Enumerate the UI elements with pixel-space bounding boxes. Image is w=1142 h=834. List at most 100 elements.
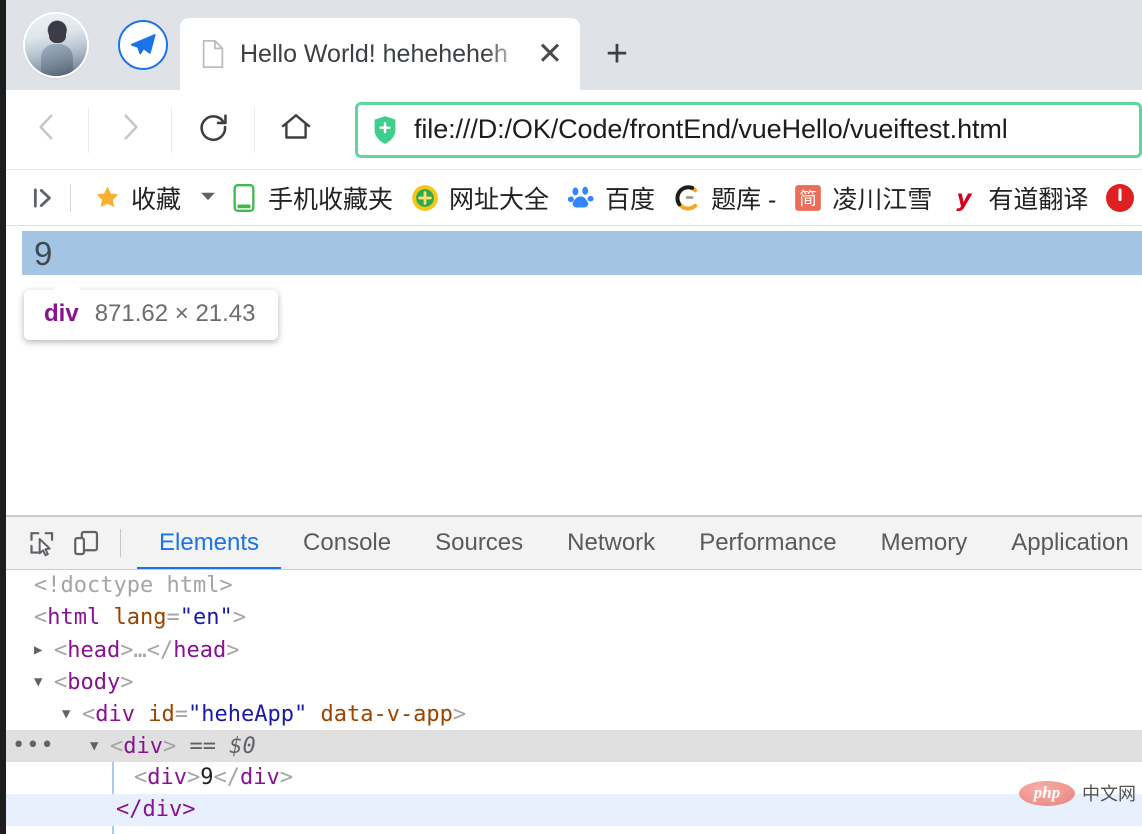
red-circle-icon xyxy=(1105,183,1135,213)
bookmark-label: 百度 xyxy=(605,180,655,216)
angle-open: < xyxy=(82,702,95,727)
window-left-gutter xyxy=(0,0,6,834)
bookmark-item-tiku[interactable]: 题库 - xyxy=(665,176,783,220)
chevron-left-icon xyxy=(30,110,64,149)
profile-avatar-button[interactable] xyxy=(6,0,106,90)
tab-elements[interactable]: Elements xyxy=(137,517,281,570)
bookmark-label: 网址大全 xyxy=(449,180,549,216)
dom-tree[interactable]: <!doctype html> <html lang="en"> ▶<head>… xyxy=(6,570,1142,834)
attr-name: lang xyxy=(113,605,166,630)
home-icon xyxy=(278,109,314,150)
triangle-down-icon[interactable]: ▼ xyxy=(34,666,54,698)
device-toolbar-icon[interactable] xyxy=(64,521,108,565)
bookmarks-separator xyxy=(70,184,71,212)
bookmark-item-jianshu[interactable]: 简 凌川江雪 xyxy=(786,176,939,220)
doctype-text: <!doctype html> xyxy=(34,573,233,598)
angle-close: > xyxy=(187,765,200,790)
bookmarks-bar: 收藏 手机收藏夹 xyxy=(6,170,1142,226)
inspector-highlight-overlay: 9 xyxy=(22,231,1142,275)
angle-open: < xyxy=(54,670,67,695)
triangle-down-icon[interactable]: ▼ xyxy=(62,698,82,730)
text-node: 9 xyxy=(200,765,213,790)
bookmark-panel-toggle-icon[interactable] xyxy=(24,178,64,218)
bookmark-label: 手机收藏夹 xyxy=(268,180,393,216)
inspect-element-icon[interactable] xyxy=(20,521,64,565)
tag-name: head xyxy=(173,638,226,663)
equals: = xyxy=(166,605,179,630)
url-text: file:///D:/OK/Code/frontEnd/vueHello/vue… xyxy=(414,114,1008,145)
angle-close: > xyxy=(453,702,466,727)
new-tab-button[interactable]: + xyxy=(580,18,654,90)
close-icon[interactable]: ✕ xyxy=(524,28,576,80)
shield-plus-icon[interactable] xyxy=(372,115,398,145)
dom-row-doctype[interactable]: <!doctype html> xyxy=(6,570,1142,602)
tag-name: div xyxy=(95,702,135,727)
tag-name: div xyxy=(240,765,280,790)
angle-open: < xyxy=(110,734,123,759)
devtools-toolbar: Elements Console Sources Network Perform… xyxy=(6,517,1142,570)
dom-row-heheapp[interactable]: ▼<div id="heheApp" data-v-app> xyxy=(6,698,1142,730)
back-button[interactable] xyxy=(6,90,88,170)
dom-row-body[interactable]: ▼<body> xyxy=(6,666,1142,698)
devtools-toolbar-divider xyxy=(120,529,121,557)
tag-name: html xyxy=(47,605,100,630)
plus-circle-icon xyxy=(410,183,440,213)
space xyxy=(176,734,189,759)
angle-open: </ xyxy=(214,765,241,790)
browser-tab[interactable]: Hello World! heheheheh ✕ xyxy=(180,18,580,90)
triangle-down-icon[interactable]: ▼ xyxy=(90,730,110,762)
dom-row-head[interactable]: ▶<head>…</head> xyxy=(6,634,1142,666)
tab-strip: Hello World! heheheheh ✕ + xyxy=(6,0,1142,90)
tag-name: head xyxy=(67,638,120,663)
bookmark-item-favorites[interactable]: 收藏 xyxy=(85,176,188,220)
svg-text:y: y xyxy=(957,184,974,212)
bookmark-item-hao123[interactable]: 网址大全 xyxy=(403,176,556,220)
dom-ellipsis-badge[interactable]: ••• xyxy=(12,730,55,762)
reload-button[interactable] xyxy=(172,90,254,170)
forward-button[interactable] xyxy=(89,90,171,170)
bookmark-label: 题库 - xyxy=(711,180,776,216)
home-button[interactable] xyxy=(255,90,337,170)
angle-open: </ xyxy=(147,638,174,663)
bookmark-item-baidu[interactable]: 百度 xyxy=(559,176,662,220)
watermark-site-text: 中文网 xyxy=(1082,780,1136,806)
youdao-y-icon: y xyxy=(949,183,979,213)
bookmark-item-mobile-favorites[interactable]: 手机收藏夹 xyxy=(222,176,400,220)
bookmark-item-overflow[interactable] xyxy=(1098,176,1142,220)
tooltip-dimensions: 871.62 × 21.43 xyxy=(95,300,256,328)
chevron-down-icon[interactable] xyxy=(200,189,216,207)
dom-row-inner-div[interactable]: <div>9</div> xyxy=(6,762,1142,794)
bookmark-item-youdao[interactable]: y 有道翻译 xyxy=(942,176,1095,220)
paper-plane-icon xyxy=(118,20,168,70)
dom-row-selected[interactable]: •••▼<div> == $0 xyxy=(6,730,1142,762)
tab-memory[interactable]: Memory xyxy=(859,517,990,570)
triangle-right-icon[interactable]: ▶ xyxy=(34,634,54,666)
tab-performance[interactable]: Performance xyxy=(677,517,858,570)
angle-close: > xyxy=(120,638,133,663)
angle-open: < xyxy=(134,765,147,790)
inspector-tooltip: div 871.62 × 21.43 xyxy=(24,290,278,340)
angle-close: > xyxy=(280,765,293,790)
tag-name: div xyxy=(147,765,187,790)
selected-marker: == $0 xyxy=(190,734,256,759)
navigation-bar: file:///D:/OK/Code/frontEnd/vueHello/vue… xyxy=(6,90,1142,170)
svg-text:简: 简 xyxy=(800,189,818,209)
closing-tag: </div> xyxy=(116,797,195,822)
dom-row-close-div[interactable]: </div> xyxy=(6,794,1142,826)
paper-plane-button[interactable] xyxy=(106,0,180,90)
tag-name: body xyxy=(67,670,120,695)
angle-open: < xyxy=(54,638,67,663)
tab-sources[interactable]: Sources xyxy=(413,517,545,570)
tab-console[interactable]: Console xyxy=(281,517,413,570)
watermark: php 中文网 xyxy=(1019,780,1136,806)
tab-application[interactable]: Application xyxy=(989,517,1142,570)
address-bar[interactable]: file:///D:/OK/Code/frontEnd/vueHello/vue… xyxy=(355,102,1142,158)
jianshu-icon: 简 xyxy=(793,183,823,213)
tag-name: div xyxy=(123,734,163,759)
page-viewport: 9 div 871.62 × 21.43 xyxy=(6,226,1142,515)
ellipsis: … xyxy=(133,638,146,663)
dom-row-html[interactable]: <html lang="en"> xyxy=(6,602,1142,634)
bookmark-label: 凌川江雪 xyxy=(832,180,932,216)
tab-network[interactable]: Network xyxy=(545,517,677,570)
page-icon xyxy=(200,39,226,69)
